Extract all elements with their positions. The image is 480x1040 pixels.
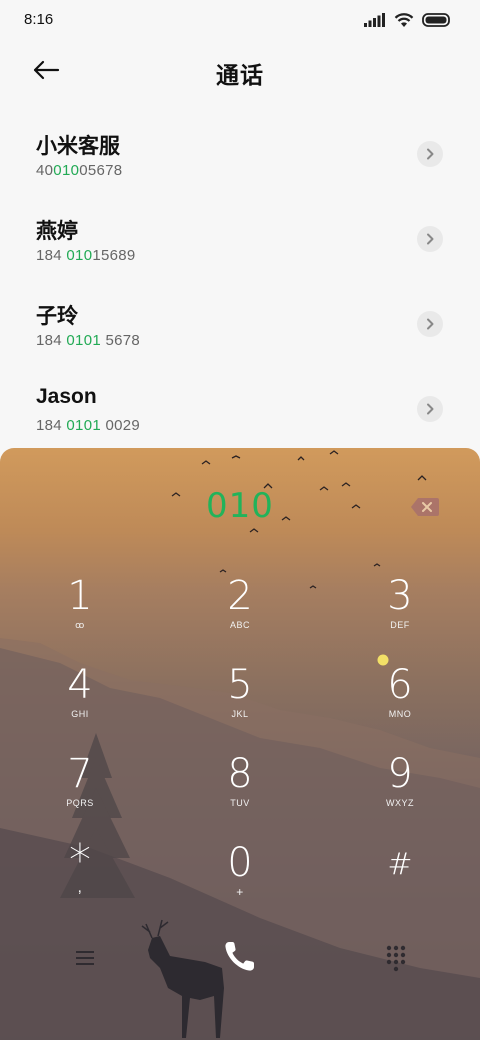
key-9[interactable]: 9 WXYZ xyxy=(340,752,460,832)
keypad-toggle-button[interactable] xyxy=(384,944,408,972)
key-digit: 5 xyxy=(227,662,253,708)
key-hash[interactable]: # xyxy=(340,841,460,921)
battery-icon xyxy=(422,13,450,27)
chevron-right-icon xyxy=(427,318,434,330)
contact-item[interactable]: Jason 184 0101 0029 xyxy=(0,367,480,452)
status-time: 8:16 xyxy=(24,11,54,28)
status-bar: 8:16 xyxy=(0,0,480,40)
chevron-right-icon xyxy=(427,148,434,160)
dialpad-bottom-bar xyxy=(0,928,480,998)
menu-button[interactable] xyxy=(72,946,98,970)
key-1[interactable]: 1 ꝏ xyxy=(20,574,140,654)
key-digit: 7 xyxy=(67,751,93,797)
key-digit: 3 xyxy=(387,573,413,619)
contact-item[interactable]: 小米客服 4001005678 xyxy=(0,112,480,197)
dial-input-display: 010 xyxy=(206,486,274,526)
key-5[interactable]: 5 JKL xyxy=(180,663,300,743)
contact-name: 子玲 xyxy=(36,304,78,328)
key-0[interactable]: 0 + xyxy=(180,841,300,921)
key-digit: 1 xyxy=(67,573,93,619)
backspace-button[interactable] xyxy=(410,496,440,518)
chevron-right-icon xyxy=(427,403,434,415)
contact-number: 4001005678 xyxy=(36,162,123,179)
contact-list: 小米客服 4001005678 燕婷 184 01015689 子玲 184 0… xyxy=(0,112,480,452)
contact-item[interactable]: 子玲 184 0101 5678 xyxy=(0,282,480,367)
key-letters: ABC xyxy=(229,620,250,630)
key-digit: 4 xyxy=(67,662,93,708)
wifi-icon xyxy=(394,13,414,27)
call-button[interactable] xyxy=(220,936,260,976)
key-letters: TUV xyxy=(230,798,250,808)
contact-detail-button[interactable] xyxy=(417,396,443,422)
key-letters: GHI xyxy=(71,709,89,719)
key-letters: , xyxy=(77,879,83,896)
status-icons xyxy=(364,12,450,28)
keypad-icon xyxy=(386,945,406,972)
key-7[interactable]: 7 PQRS xyxy=(20,752,140,832)
key-letters: DEF xyxy=(390,620,410,630)
key-letters: PQRS xyxy=(66,798,94,808)
key-digit: 2 xyxy=(227,573,253,619)
contact-number: 184 01015689 xyxy=(36,247,136,264)
key-digit: # xyxy=(387,847,413,882)
key-digit: * xyxy=(69,835,91,886)
contact-detail-button[interactable] xyxy=(417,311,443,337)
contact-detail-button[interactable] xyxy=(417,226,443,252)
key-6[interactable]: 6 MNO xyxy=(340,663,460,743)
contact-item[interactable]: 燕婷 184 01015689 xyxy=(0,197,480,282)
key-letters: MNO xyxy=(388,709,412,719)
voicemail-icon: ꝏ xyxy=(75,620,85,630)
key-letters: + xyxy=(236,885,244,899)
key-letters: WXYZ xyxy=(386,798,414,808)
key-digit: 8 xyxy=(227,751,253,797)
contact-name: Jason xyxy=(36,385,97,408)
dialpad-panel: 010 1 ꝏ 2 ABC 3 DEF 4 GHI 5 JKL 6 MNO 7 … xyxy=(0,448,480,1040)
menu-icon xyxy=(76,951,94,965)
key-digit: 9 xyxy=(387,751,413,797)
key-8[interactable]: 8 TUV xyxy=(180,752,300,832)
contact-detail-button[interactable] xyxy=(417,141,443,167)
key-digit: 6 xyxy=(387,662,413,708)
signal-icon xyxy=(364,13,385,27)
contact-name: 小米客服 xyxy=(36,134,120,158)
key-2[interactable]: 2 ABC xyxy=(180,574,300,654)
contact-name: 燕婷 xyxy=(36,219,78,243)
key-4[interactable]: 4 GHI xyxy=(20,663,140,743)
key-star[interactable]: * , xyxy=(20,835,140,921)
contact-number: 184 0101 5678 xyxy=(36,332,141,349)
key-3[interactable]: 3 DEF xyxy=(340,574,460,654)
phone-icon xyxy=(225,942,254,971)
backspace-icon xyxy=(411,498,439,516)
header: 通话 xyxy=(0,44,480,96)
chevron-right-icon xyxy=(427,233,434,245)
contact-number: 184 0101 0029 xyxy=(36,417,141,434)
key-letters: JKL xyxy=(231,709,249,719)
key-digit: 0 xyxy=(227,840,253,886)
page-title: 通话 xyxy=(216,63,264,89)
